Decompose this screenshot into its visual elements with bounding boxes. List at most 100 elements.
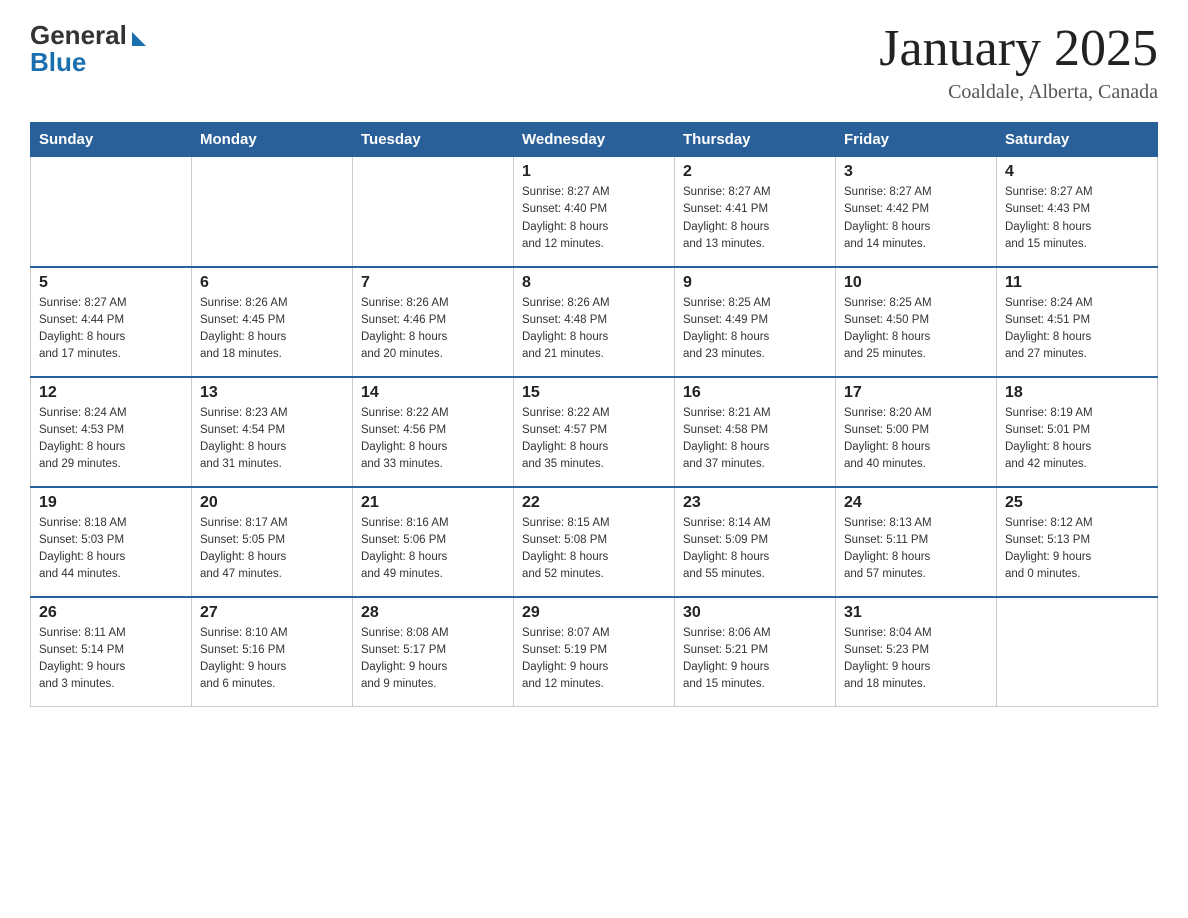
day-info: Sunrise: 8:14 AMSunset: 5:09 PMDaylight:… (683, 515, 827, 584)
calendar-cell: 14 Sunrise: 8:22 AMSunset: 4:56 PMDayligh… (353, 377, 514, 487)
day-info: Sunrise: 8:21 AMSunset: 4:58 PMDaylight:… (683, 405, 827, 474)
calendar-cell (353, 157, 514, 267)
calendar-cell: 27 Sunrise: 8:10 AMSunset: 5:16 PMDayligh… (192, 597, 353, 707)
calendar-cell: 6 Sunrise: 8:26 AMSunset: 4:45 PMDaylight… (192, 267, 353, 377)
calendar-cell: 5 Sunrise: 8:27 AMSunset: 4:44 PMDaylight… (31, 267, 192, 377)
header-wednesday: Wednesday (514, 123, 675, 157)
day-info: Sunrise: 8:13 AMSunset: 5:11 PMDaylight:… (844, 515, 988, 584)
calendar-cell (31, 157, 192, 267)
day-info: Sunrise: 8:11 AMSunset: 5:14 PMDaylight:… (39, 625, 183, 694)
day-number: 10 (844, 274, 988, 292)
day-number: 23 (683, 494, 827, 512)
calendar-cell: 25Sunrise: 8:12 AMSunset: 5:13 PMDayligh… (997, 487, 1158, 597)
day-number: 13 (200, 384, 344, 402)
day-info: Sunrise: 8:27 AMSunset: 4:41 PMDaylight:… (683, 184, 827, 253)
logo-triangle-icon (132, 32, 146, 46)
day-info: Sunrise: 8:27 AMSunset: 4:43 PMDaylight:… (1005, 184, 1149, 253)
day-number: 9 (683, 274, 827, 292)
location-subtitle: Coaldale, Alberta, Canada (879, 81, 1158, 104)
day-info: Sunrise: 8:26 AMSunset: 4:46 PMDaylight:… (361, 295, 505, 364)
day-info: Sunrise: 8:26 AMSunset: 4:45 PMDaylight:… (200, 295, 344, 364)
day-info: Sunrise: 8:18 AMSunset: 5:03 PMDaylight:… (39, 515, 183, 584)
calendar-cell: 4 Sunrise: 8:27 AMSunset: 4:43 PMDaylight… (997, 157, 1158, 267)
calendar-cell: 24 Sunrise: 8:13 AMSunset: 5:11 PMDayligh… (836, 487, 997, 597)
day-info: Sunrise: 8:06 AMSunset: 5:21 PMDaylight:… (683, 625, 827, 694)
day-info: Sunrise: 8:08 AMSunset: 5:17 PMDaylight:… (361, 625, 505, 694)
page-header: General Blue January 2025 Coaldale, Albe… (30, 20, 1158, 104)
calendar-week-row: 5 Sunrise: 8:27 AMSunset: 4:44 PMDaylight… (31, 267, 1158, 377)
day-number: 14 (361, 384, 505, 402)
day-info: Sunrise: 8:04 AMSunset: 5:23 PMDaylight:… (844, 625, 988, 694)
day-number: 19 (39, 494, 183, 512)
calendar-header-row: SundayMondayTuesdayWednesdayThursdayFrid… (31, 123, 1158, 157)
day-info: Sunrise: 8:24 AMSunset: 4:51 PMDaylight:… (1005, 295, 1149, 364)
calendar-cell (192, 157, 353, 267)
calendar-week-row: 26 Sunrise: 8:11 AMSunset: 5:14 PMDayligh… (31, 597, 1158, 707)
calendar-cell: 8 Sunrise: 8:26 AMSunset: 4:48 PMDaylight… (514, 267, 675, 377)
day-number: 27 (200, 604, 344, 622)
day-number: 30 (683, 604, 827, 622)
calendar-cell: 18Sunrise: 8:19 AMSunset: 5:01 PMDayligh… (997, 377, 1158, 487)
day-info: Sunrise: 8:24 AMSunset: 4:53 PMDaylight:… (39, 405, 183, 474)
calendar-table: SundayMondayTuesdayWednesdayThursdayFrid… (30, 122, 1158, 707)
day-info: Sunrise: 8:25 AMSunset: 4:49 PMDaylight:… (683, 295, 827, 364)
day-number: 29 (522, 604, 666, 622)
calendar-cell: 2 Sunrise: 8:27 AMSunset: 4:41 PMDaylight… (675, 157, 836, 267)
day-number: 24 (844, 494, 988, 512)
calendar-week-row: 1Sunrise: 8:27 AMSunset: 4:40 PMDaylight… (31, 157, 1158, 267)
day-info: Sunrise: 8:20 AMSunset: 5:00 PMDaylight:… (844, 405, 988, 474)
day-number: 22 (522, 494, 666, 512)
calendar-cell: 26 Sunrise: 8:11 AMSunset: 5:14 PMDayligh… (31, 597, 192, 707)
calendar-cell: 12 Sunrise: 8:24 AMSunset: 4:53 PMDayligh… (31, 377, 192, 487)
day-info: Sunrise: 8:12 AMSunset: 5:13 PMDaylight:… (1005, 515, 1149, 584)
day-number: 28 (361, 604, 505, 622)
day-number: 7 (361, 274, 505, 292)
day-number: 4 (1005, 163, 1149, 181)
day-number: 15 (522, 384, 666, 402)
day-info: Sunrise: 8:22 AMSunset: 4:56 PMDaylight:… (361, 405, 505, 474)
day-number: 5 (39, 274, 183, 292)
header-monday: Monday (192, 123, 353, 157)
day-info: Sunrise: 8:16 AMSunset: 5:06 PMDaylight:… (361, 515, 505, 584)
day-number: 6 (200, 274, 344, 292)
header-friday: Friday (836, 123, 997, 157)
calendar-cell: 10Sunrise: 8:25 AMSunset: 4:50 PMDayligh… (836, 267, 997, 377)
calendar-cell: 28 Sunrise: 8:08 AMSunset: 5:17 PMDayligh… (353, 597, 514, 707)
day-number: 31 (844, 604, 988, 622)
title-area: January 2025 Coaldale, Alberta, Canada (879, 20, 1158, 104)
header-saturday: Saturday (997, 123, 1158, 157)
day-number: 2 (683, 163, 827, 181)
day-number: 3 (844, 163, 988, 181)
calendar-week-row: 19 Sunrise: 8:18 AMSunset: 5:03 PMDayligh… (31, 487, 1158, 597)
calendar-cell: 17 Sunrise: 8:20 AMSunset: 5:00 PMDayligh… (836, 377, 997, 487)
day-info: Sunrise: 8:27 AMSunset: 4:42 PMDaylight:… (844, 184, 988, 253)
day-number: 16 (683, 384, 827, 402)
day-number: 12 (39, 384, 183, 402)
calendar-week-row: 12 Sunrise: 8:24 AMSunset: 4:53 PMDayligh… (31, 377, 1158, 487)
day-info: Sunrise: 8:27 AMSunset: 4:44 PMDaylight:… (39, 295, 183, 364)
day-info: Sunrise: 8:15 AMSunset: 5:08 PMDaylight:… (522, 515, 666, 584)
calendar-cell: 7 Sunrise: 8:26 AMSunset: 4:46 PMDaylight… (353, 267, 514, 377)
day-number: 11 (1005, 274, 1149, 292)
logo-blue-text: Blue (30, 47, 86, 77)
day-info: Sunrise: 8:17 AMSunset: 5:05 PMDaylight:… (200, 515, 344, 584)
day-number: 17 (844, 384, 988, 402)
calendar-cell: 3 Sunrise: 8:27 AMSunset: 4:42 PMDaylight… (836, 157, 997, 267)
header-thursday: Thursday (675, 123, 836, 157)
day-number: 26 (39, 604, 183, 622)
calendar-cell: 31 Sunrise: 8:04 AMSunset: 5:23 PMDayligh… (836, 597, 997, 707)
logo-area: General Blue (30, 20, 146, 78)
day-number: 1 (522, 163, 666, 181)
calendar-cell: 11 Sunrise: 8:24 AMSunset: 4:51 PMDayligh… (997, 267, 1158, 377)
day-number: 8 (522, 274, 666, 292)
day-info: Sunrise: 8:10 AMSunset: 5:16 PMDaylight:… (200, 625, 344, 694)
calendar-cell: 22 Sunrise: 8:15 AMSunset: 5:08 PMDayligh… (514, 487, 675, 597)
calendar-cell (997, 597, 1158, 707)
day-info: Sunrise: 8:26 AMSunset: 4:48 PMDaylight:… (522, 295, 666, 364)
calendar-cell: 15Sunrise: 8:22 AMSunset: 4:57 PMDayligh… (514, 377, 675, 487)
header-sunday: Sunday (31, 123, 192, 157)
day-info: Sunrise: 8:07 AMSunset: 5:19 PMDaylight:… (522, 625, 666, 694)
day-number: 21 (361, 494, 505, 512)
logo-blue-arrow (129, 32, 146, 40)
day-info: Sunrise: 8:23 AMSunset: 4:54 PMDaylight:… (200, 405, 344, 474)
